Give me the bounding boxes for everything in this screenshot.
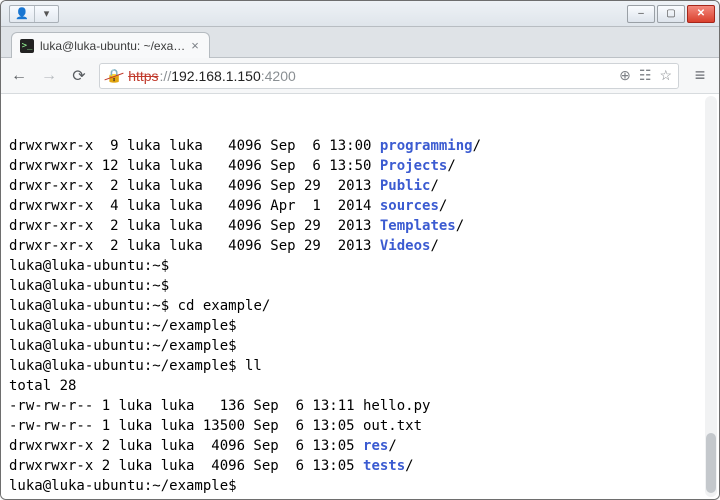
scrollbar[interactable] [705, 96, 717, 497]
terminal-viewport[interactable]: drwxrwxr-x 9 luka luka 4096 Sep 6 13:00 … [1, 94, 719, 499]
tab-close-icon[interactable]: × [191, 39, 199, 52]
terminal-line: drwxrwxr-x 4 luka luka 4096 Apr 1 2014 s… [9, 196, 719, 216]
browser-window: 👤 ▾ – ▢ ✕ >_ luka@luka-ubuntu: ~/exa… × … [0, 0, 720, 500]
terminal-line: total 28 [9, 376, 719, 396]
terminal-line: -rw-rw-r-- 1 luka luka 13500 Sep 6 13:05… [9, 416, 719, 436]
back-button[interactable]: ← [9, 66, 29, 86]
terminal-line: drwxrwxr-x 9 luka luka 4096 Sep 6 13:00 … [9, 136, 719, 156]
url-host: 192.168.1.150 [171, 68, 261, 84]
terminal-line: luka@luka-ubuntu:~$ [9, 256, 719, 276]
terminal-line: luka@luka-ubuntu:~$ [9, 276, 719, 296]
terminal-line: drwxr-xr-x 2 luka luka 4096 Sep 29 2013 … [9, 216, 719, 236]
url-scheme: https [128, 68, 158, 84]
translate-icon[interactable]: ☷ [639, 67, 652, 84]
url-scheme-sep: :// [160, 68, 172, 84]
chevron-down-icon: ▾ [34, 6, 58, 22]
terminal-line: luka@luka-ubuntu:~/example$ [9, 496, 719, 499]
window-close-button[interactable]: ✕ [687, 5, 715, 23]
url-port: :4200 [261, 68, 296, 84]
tab-title: luka@luka-ubuntu: ~/exa… [40, 39, 185, 53]
terminal-line: drwxrwxr-x 12 luka luka 4096 Sep 6 13:50… [9, 156, 719, 176]
reload-button[interactable]: ⟳ [69, 66, 89, 86]
window-maximize-button[interactable]: ▢ [657, 5, 685, 23]
forward-button[interactable]: → [39, 66, 59, 86]
zoom-icon[interactable]: ⊕ [619, 67, 631, 84]
hamburger-menu-button[interactable]: ≡ [689, 65, 711, 86]
bookmark-star-icon[interactable]: ☆ [659, 67, 672, 84]
browser-toolbar: ← → ⟳ 🔒 https://192.168.1.150:4200 ⊕ ☷ ☆… [1, 58, 719, 94]
terminal-line: drwxrwxr-x 2 luka luka 4096 Sep 6 13:05 … [9, 436, 719, 456]
terminal-line: drwxr-xr-x 2 luka luka 4096 Sep 29 2013 … [9, 176, 719, 196]
terminal-line: luka@luka-ubuntu:~/example$ ll [9, 356, 719, 376]
terminal-line: drwxrwxr-x 2 luka luka 4096 Sep 6 13:05 … [9, 456, 719, 476]
tab-strip: >_ luka@luka-ubuntu: ~/exa… × [1, 27, 719, 58]
user-icon: 👤 [10, 6, 34, 22]
terminal-line: drwxr-xr-x 2 luka luka 4096 Sep 29 2013 … [9, 236, 719, 256]
terminal-line: luka@luka-ubuntu:~/example$ [9, 476, 719, 496]
terminal-line: luka@luka-ubuntu:~/example$ [9, 336, 719, 356]
address-bar[interactable]: 🔒 https://192.168.1.150:4200 ⊕ ☷ ☆ [99, 63, 679, 89]
terminal-line: luka@luka-ubuntu:~/example$ [9, 316, 719, 336]
scrollbar-thumb[interactable] [706, 433, 716, 493]
terminal-favicon-icon: >_ [20, 39, 34, 53]
window-user-switcher[interactable]: 👤 ▾ [9, 5, 59, 23]
terminal-line: -rw-rw-r-- 1 luka luka 136 Sep 6 13:11 h… [9, 396, 719, 416]
terminal-line: luka@luka-ubuntu:~$ cd example/ [9, 296, 719, 316]
window-minimize-button[interactable]: – [627, 5, 655, 23]
window-titlebar: 👤 ▾ – ▢ ✕ [1, 1, 719, 27]
insecure-lock-icon: 🔒 [106, 68, 122, 84]
tab-active[interactable]: >_ luka@luka-ubuntu: ~/exa… × [11, 32, 210, 58]
